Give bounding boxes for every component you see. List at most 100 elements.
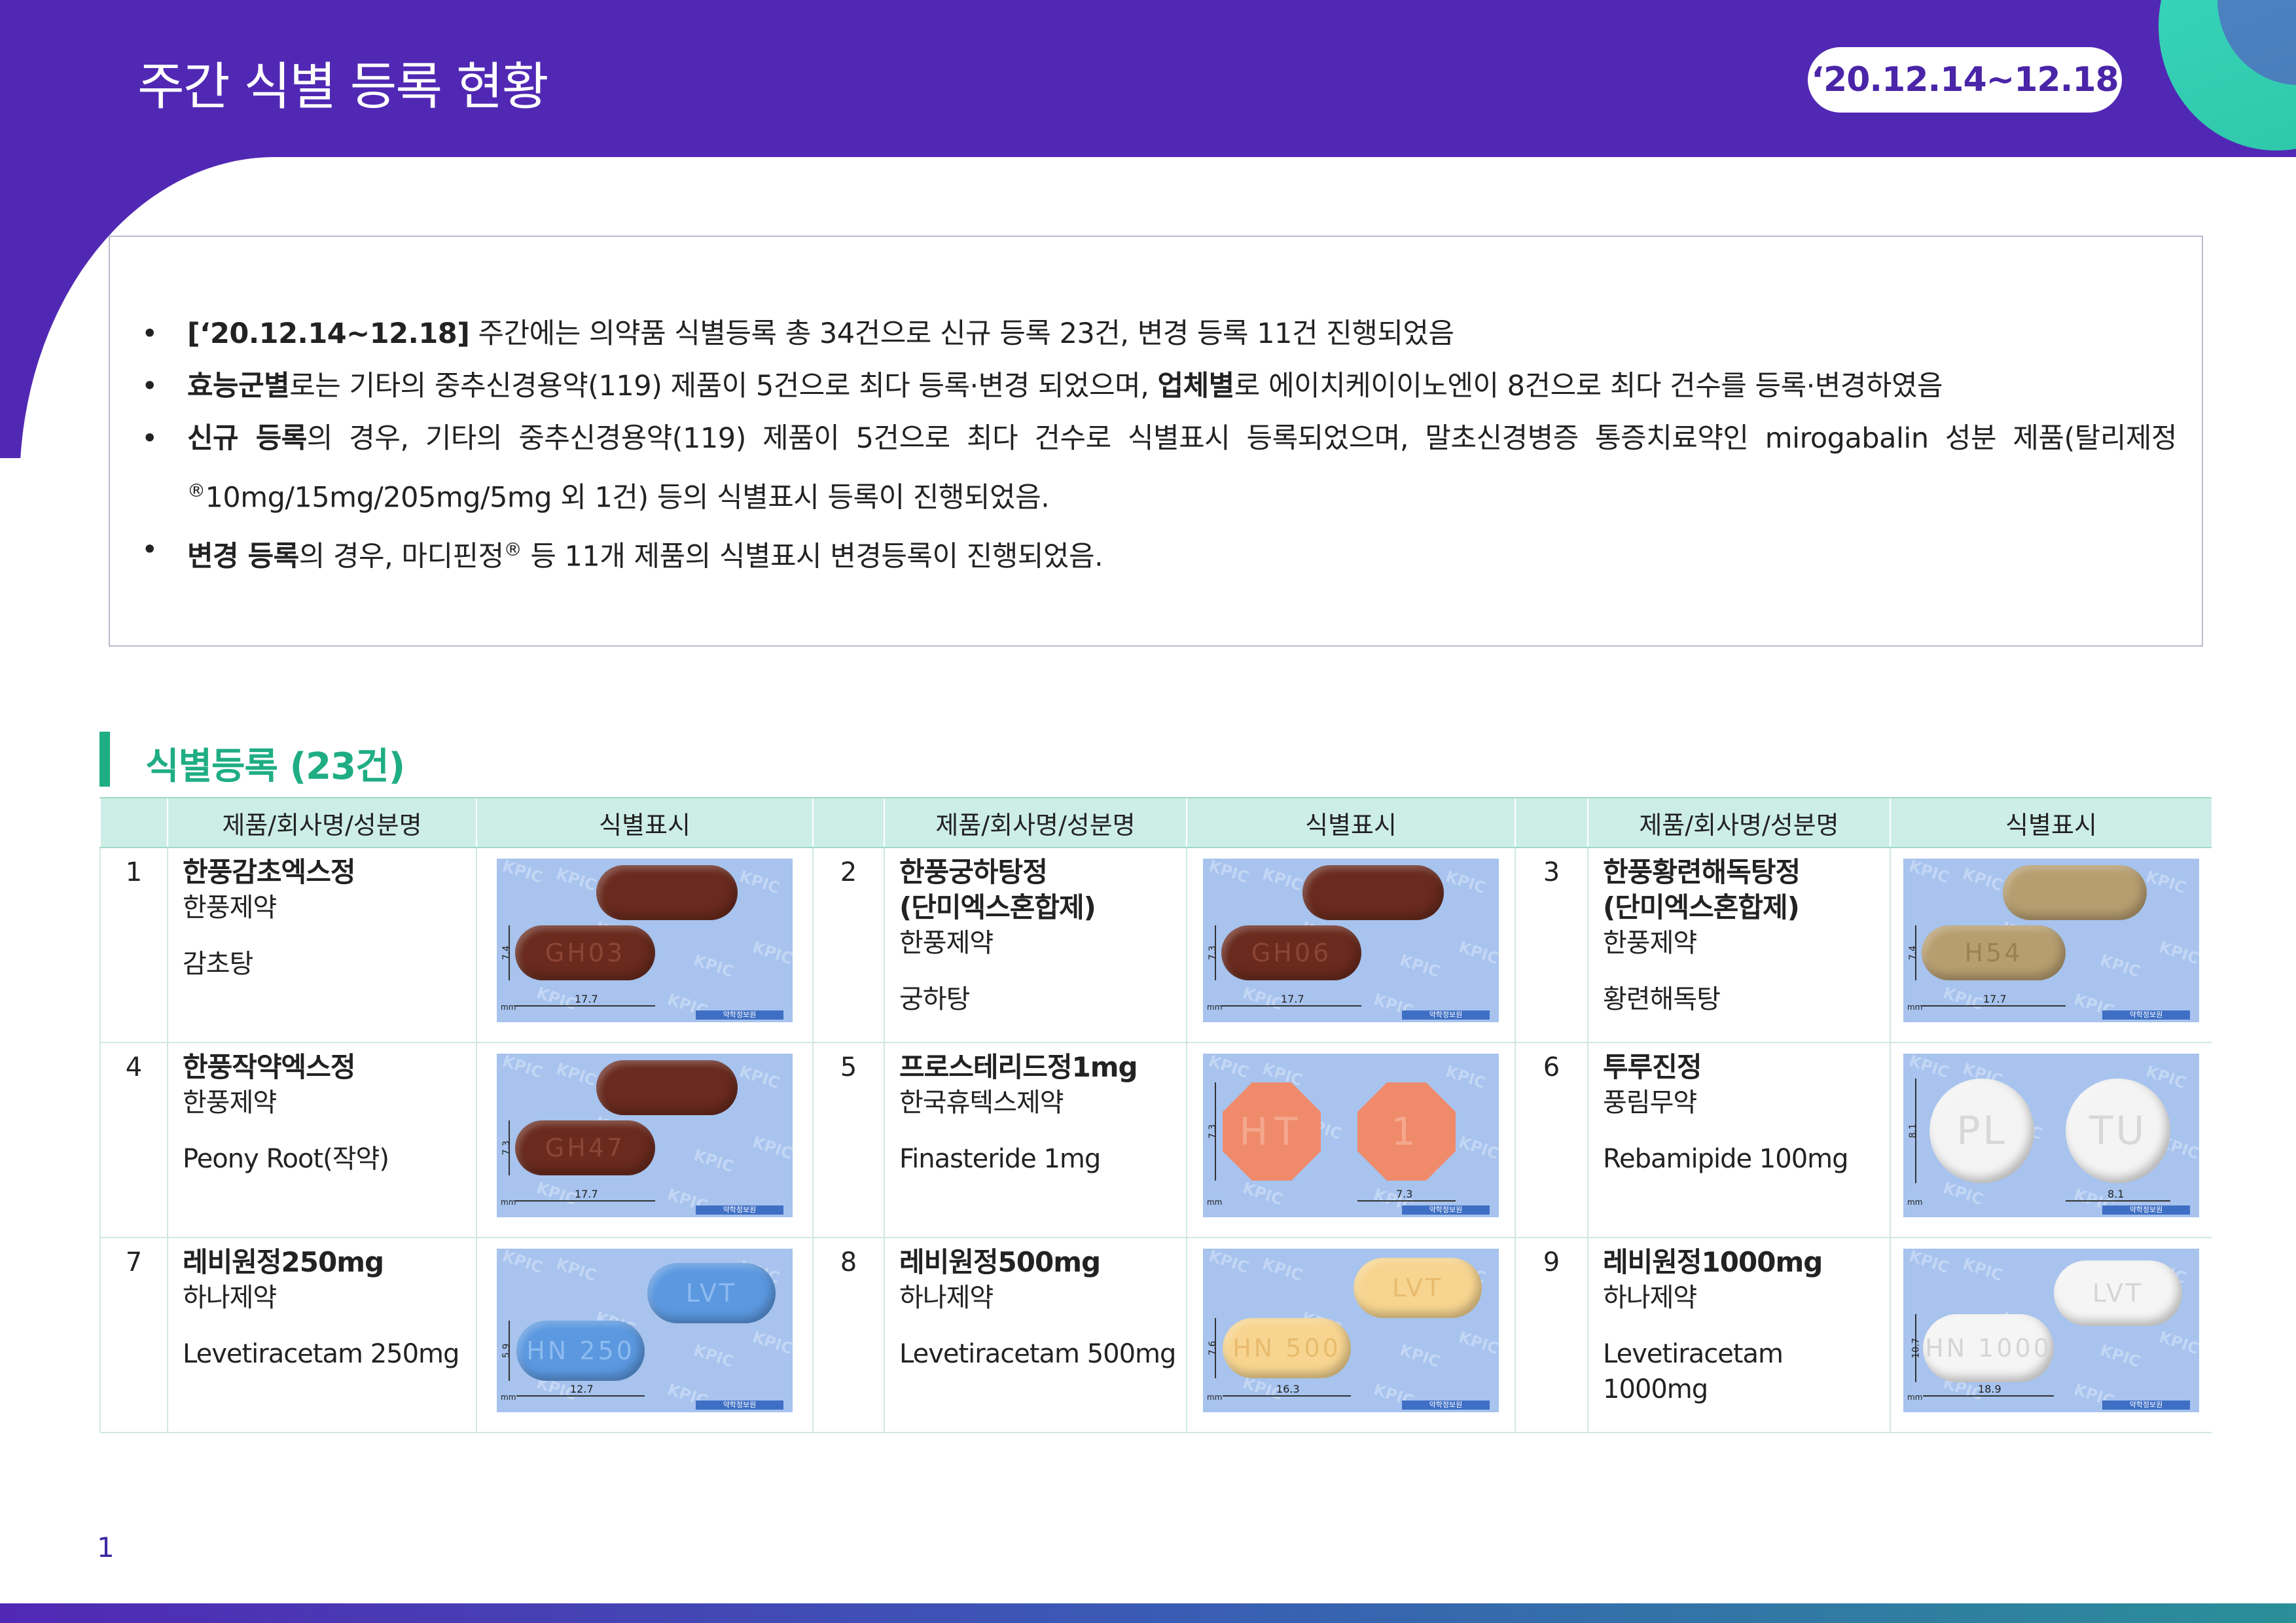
watermark-text: KPIC: [750, 1132, 793, 1164]
item-number: 9: [1515, 1238, 1588, 1433]
company-name: 하나제약: [899, 1283, 994, 1313]
section-title: 식별등록 (23건): [145, 745, 405, 788]
height-scale-label: 7.3: [1208, 1124, 1219, 1139]
watermark-text: KPIC: [1456, 1327, 1499, 1359]
product-name: 레비원정500mg: [899, 1246, 1101, 1278]
bullet-text: 로 에이치케이이노엔이 8건으로 최다 건수를 등록·변경하였음: [1234, 370, 1943, 402]
width-scale-bar: [1357, 1200, 1456, 1202]
product-name: 프로스테리드정1mg: [899, 1051, 1138, 1083]
width-scale-bar: [1922, 1005, 2066, 1007]
watermark-text: KPIC: [534, 983, 579, 1014]
scale-unit: mm: [1907, 1393, 1923, 1402]
source-logo: 약학정보원: [696, 1010, 783, 1020]
bullet-bold: 효능군별: [187, 370, 290, 402]
watermark-text: KPIC: [1907, 1054, 1952, 1082]
product-name: 레비원정1000mg: [1603, 1246, 1823, 1278]
watermark-text: KPIC: [737, 1061, 782, 1093]
pill-image-cell: KPICKPICKPICKPICKPICKPICKPICKPICLVTHN 25…: [476, 1238, 813, 1433]
pill-image-cell: KPICKPICKPICKPICKPICKPICKPICKPICH5417.77…: [1890, 847, 2212, 1043]
width-scale-bar: [515, 1200, 655, 1202]
watermark-text: KPIC: [1456, 937, 1499, 969]
product-name: 한풍감초엑스정: [183, 856, 355, 888]
watermark-text: KPIC: [737, 866, 782, 898]
watermark-text: KPIC: [1206, 1249, 1251, 1277]
product-name: 한풍궁하탕정 (단미엑스혼합제): [899, 856, 1096, 923]
pill-image-cell: KPICKPICKPICKPICKPICKPICKPICKPICGH0317.7…: [476, 847, 813, 1043]
summary-bullet: 변경 등록의 경우, 마디핀정® 등 11개 제품의 식별표시 변경등록이 진행…: [141, 524, 2177, 582]
pill-tablet: [1302, 865, 1444, 920]
scale-unit: mm: [1907, 1198, 1923, 1207]
ingredient-name: 궁하탕: [899, 984, 970, 1014]
product-name: 투루진정: [1603, 1051, 1702, 1083]
product-name: 한풍황련해독탕정 (단미엑스혼합제): [1603, 856, 1801, 923]
header-product: 제품/회사명/성분명: [167, 797, 476, 848]
pill-tablet: HT: [1223, 1082, 1321, 1181]
product-info-cell: 레비원정1000mg 하나제약 Levetiracetam 1000mg: [1587, 1238, 1890, 1433]
scale-unit: mm: [1207, 1393, 1223, 1402]
pill-imprint: GH47: [545, 1133, 626, 1162]
pill-imprint: HN 500: [1232, 1334, 1341, 1363]
company-name: 한풍제약: [899, 928, 994, 958]
summary-bullet: [‘20.12.14~12.18] 주간에는 의약품 식별등록 총 34건으로 …: [141, 308, 2177, 360]
table-row: 7 레비원정250mg 하나제약 Levetiracetam 250mg KPIC KPI…: [99, 1238, 2212, 1433]
product-info-cell: 한풍황련해독탕정 (단미엑스혼합제) 한풍제약 황련해독탕: [1587, 847, 1890, 1043]
watermark-text: KPIC: [1240, 1178, 1285, 1209]
pill-imprint: LVT: [1391, 1274, 1444, 1302]
source-logo: 약학정보원: [1402, 1205, 1490, 1215]
width-scale-label: 16.3: [1276, 1383, 1300, 1395]
header-no: [1515, 797, 1588, 848]
bullet-bold: 변경 등록: [187, 540, 299, 573]
company-name: 한풍제약: [183, 1088, 277, 1118]
height-scale-label: 7.3: [501, 1140, 512, 1156]
pill-image-cell: KPICKPICKPICKPICKPICKPICKPICKPICLVTHN 50…: [1186, 1238, 1515, 1433]
width-scale-label: 17.7: [575, 1188, 598, 1200]
pill-image-cell: KPICKPICKPICKPICKPICKPICKPICKPICGH4717.7…: [476, 1043, 813, 1238]
watermark-text: KPIC: [554, 864, 599, 895]
company-name: 한풍제약: [1603, 928, 1697, 958]
watermark-text: KPIC: [1443, 866, 1488, 898]
width-scale-bar: [2066, 1200, 2170, 1202]
pill-image-cell: KPICKPICKPICKPICKPICKPICKPICKPICPLTU8.18…: [1890, 1043, 2212, 1238]
product-info-cell: 투루진정풍림무약 Rebamipide 100mg: [1587, 1043, 1890, 1238]
pill-image-cell: KPICKPICKPICKPICKPICKPICKPICKPICHT17.37.…: [1186, 1043, 1515, 1238]
pill-image-cell: KPICKPICKPICKPICKPICKPICKPICKPICLVTHN 10…: [1890, 1238, 2212, 1433]
pill-photo: KPICKPICKPICKPICKPICKPICKPICKPICH5417.77…: [1903, 859, 2199, 1022]
pill-tablet: GH03: [515, 925, 655, 980]
bullet-bold: 신규 등록: [187, 422, 307, 455]
source-logo: 약학정보원: [2102, 1400, 2190, 1410]
width-scale-label: 17.7: [1983, 993, 2007, 1005]
height-scale-label: 5.9: [501, 1343, 512, 1359]
company-name: 풍림무약: [1603, 1088, 1697, 1118]
product-name: 레비원정250mg: [183, 1246, 384, 1278]
corner-accent-decoration: [2159, 0, 2296, 164]
ingredient-name: Levetiracetam 500mg: [899, 1339, 1176, 1369]
height-scale-label: 7.3: [1208, 945, 1219, 961]
company-name: 한풍제약: [183, 893, 277, 923]
pill-imprint: HN 250: [526, 1336, 635, 1365]
pill-tablet: GH06: [1221, 925, 1361, 980]
ingredient-name: Rebamipide 100mg: [1603, 1144, 1849, 1174]
ingredient-name: Levetiracetam 250mg: [183, 1339, 459, 1369]
watermark-text: KPIC: [691, 1145, 736, 1177]
pill-imprint: 1: [1391, 1109, 1422, 1154]
watermark-text: KPIC: [2098, 950, 2143, 982]
watermark-text: KPIC: [2157, 937, 2199, 969]
table-header-row: 제품/회사명/성분명 식별표시 제품/회사명/성분명 식별표시 제품/회사명/성…: [99, 797, 2212, 848]
watermark-text: KPIC: [1960, 1254, 2005, 1285]
item-number: 6: [1515, 1043, 1588, 1238]
bullet-text: 10mg/15mg/205mg/5mg 외 1건) 등의 식별표시 등록이 진행…: [205, 481, 1050, 514]
bullet-text: 주간에는 의약품 식별등록 총 34건으로 신규 등록 23건, 변경 등록 1…: [469, 317, 1454, 350]
watermark-text: KPIC: [1260, 864, 1305, 895]
bullet-bold: 업체별: [1157, 370, 1235, 402]
width-scale-bar: [515, 1005, 655, 1007]
bullet-text: 등 11개 제품의 식별표시 변경등록이 진행되었음.: [522, 540, 1103, 573]
item-number: 8: [812, 1238, 884, 1433]
pill-image-cell: KPICKPICKPICKPICKPICKPICKPICKPICGH0617.7…: [1186, 847, 1515, 1043]
pill-tablet: [596, 1060, 738, 1115]
watermark-text: KPIC: [1907, 859, 1952, 887]
scale-unit: mm: [501, 1003, 516, 1012]
pill-tablet: TU: [2066, 1079, 2170, 1183]
watermark-text: KPIC: [1907, 1249, 1952, 1277]
pill-imprint: HT: [1239, 1109, 1304, 1154]
width-scale-bar: [1223, 1395, 1351, 1397]
